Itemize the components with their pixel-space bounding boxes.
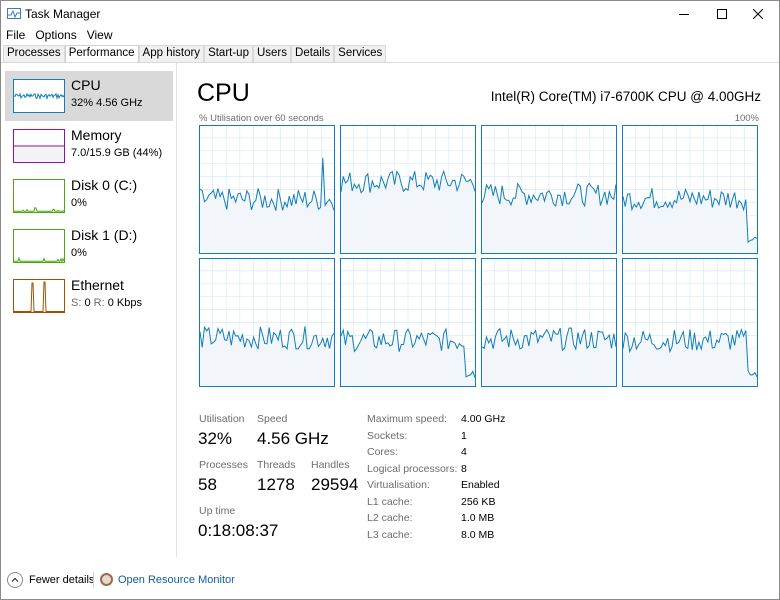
disk-1-thumbnail-graph (13, 229, 65, 263)
page-title: CPU (197, 79, 250, 107)
resource-monitor-icon (100, 573, 113, 586)
menu-options[interactable]: Options (30, 27, 81, 45)
cpu-model-name: Intel(R) Core(TM) i7-6700K CPU @ 4.00GHz (490, 89, 761, 104)
spec-value: 4 (461, 446, 467, 458)
sidebar-item-subtitle: 32% 4.56 GHz (71, 97, 143, 109)
sidebar-item-disk-0[interactable]: Disk 0 (C:) 0% (5, 171, 173, 221)
receive-value: 0 Kbps (107, 297, 142, 309)
spec-key: L3 cache: (367, 528, 413, 541)
cpu-thumbnail-graph (13, 79, 65, 113)
memory-fill (14, 146, 64, 162)
tab-startup[interactable]: Start-up (204, 45, 253, 62)
disk-0-thumbnail-graph (13, 179, 65, 213)
send-label: S: (71, 297, 82, 309)
chevron-up-icon (11, 577, 19, 582)
sidebar-item-title: Memory (71, 127, 122, 143)
sidebar-item-title: Ethernet (71, 277, 124, 293)
spec-key: Logical processors: (367, 462, 458, 475)
task-manager-window: Task Manager File Options View Processes… (0, 0, 780, 600)
title-bar: Task Manager (1, 1, 779, 27)
footer-bar: Fewer details Open Resource Monitor (1, 567, 779, 595)
sidebar-item-subtitle: S: 0 R: 0 Kbps (71, 297, 142, 309)
handles-label: Handles (311, 459, 350, 471)
ethernet-thumbnail-graph (13, 279, 65, 313)
fewer-details-link[interactable]: Fewer details (29, 574, 94, 586)
spec-key: L2 cache: (367, 512, 413, 524)
speed-label: Speed (257, 413, 288, 425)
utilisation-value: 32% (198, 429, 233, 448)
processes-label: Processes (199, 459, 249, 471)
tab-users[interactable]: Users (252, 45, 292, 62)
sidebar-item-ethernet[interactable]: Ethernet S: 0 R: 0 Kbps (5, 271, 173, 321)
spec-value: 1 (461, 429, 467, 442)
threads-label: Threads (257, 459, 296, 471)
thumbnail-frame (13, 179, 65, 213)
sidebar-item-memory[interactable]: Memory 7.0/15.9 GB (44%) (5, 121, 173, 171)
threads-value: 1278 (257, 475, 295, 494)
menu-file[interactable]: File (1, 27, 30, 45)
close-icon (753, 9, 763, 19)
spec-value: 4.00 GHz (461, 413, 506, 425)
task-manager-icon (7, 8, 21, 19)
open-resource-monitor-link[interactable]: Open Resource Monitor (118, 574, 235, 586)
spec-value: 1.0 MB (461, 512, 495, 524)
tab-processes[interactable]: Processes (3, 45, 65, 62)
menu-view[interactable]: View (82, 27, 118, 45)
footer-separator (93, 572, 94, 588)
spec-value: Enabled (461, 479, 500, 491)
utilisation-label: Utilisation (199, 413, 245, 425)
receive-label: R: (93, 297, 105, 309)
spec-value: 256 KB (461, 495, 496, 508)
spec-key: Maximum speed: (367, 413, 447, 425)
spec-value: 8 (461, 462, 467, 475)
window-title: Task Manager (25, 7, 101, 21)
sidebar-item-title: Disk 0 (C:) (71, 177, 138, 193)
sidebar-item-subtitle: 0% (71, 197, 87, 209)
thumbnail-frame (13, 279, 65, 313)
processor-usage-area (623, 329, 757, 386)
sidebar-item-cpu[interactable]: CPU 32% 4.56 GHz (5, 71, 173, 121)
tab-details[interactable]: Details (291, 45, 335, 62)
tab-app-history[interactable]: App history (138, 45, 205, 62)
speed-value: 4.56 GHz (257, 429, 329, 448)
sidebar-item-title: Disk 1 (D:) (71, 227, 138, 243)
sidebar-item-subtitle: 0% (71, 247, 87, 259)
cpu-detail-panel: CPU Intel(R) Core(TM) i7-6700K CPU @ 4.0… (177, 63, 779, 557)
spec-key: L1 cache: (367, 495, 413, 508)
uptime-label: Up time (199, 505, 236, 517)
memory-thumbnail-graph (13, 129, 65, 163)
tab-strip: Processes Performance App history Start-… (3, 45, 387, 63)
maximize-icon (717, 9, 727, 19)
spec-value: 8.0 MB (461, 528, 495, 541)
thumbnail-frame (13, 229, 65, 263)
spec-key: Sockets: (367, 429, 408, 442)
fewer-details-button[interactable] (7, 572, 23, 588)
minimize-icon (679, 14, 689, 15)
logical-processor-graphs (199, 125, 758, 387)
send-value: 0 (84, 297, 91, 309)
spec-key: Virtualisation: (367, 479, 430, 491)
graph-max-label: 100% (734, 113, 759, 124)
uptime-value: 0:18:08:37 (198, 521, 279, 540)
sidebar-item-disk-1[interactable]: Disk 1 (D:) 0% (5, 221, 173, 271)
sidebar-item-title: CPU (71, 77, 101, 93)
tab-performance[interactable]: Performance (64, 45, 139, 63)
close-button[interactable] (735, 1, 780, 27)
tab-services[interactable]: Services (334, 45, 387, 62)
graph-caption: % Utilisation over 60 seconds (199, 113, 324, 124)
resource-sidebar: CPU 32% 4.56 GHz Memory 7.0/15.9 GB (44%… (1, 63, 177, 557)
handles-value: 29594 (311, 475, 359, 494)
processes-value: 58 (198, 475, 217, 494)
sidebar-item-subtitle: 7.0/15.9 GB (44%) (71, 147, 163, 159)
menu-bar: File Options View (1, 27, 118, 45)
spec-key: Cores: (367, 446, 398, 458)
